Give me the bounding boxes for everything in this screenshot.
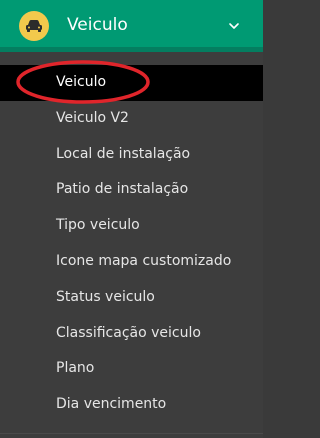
- menu-item-patio-de-instalacao[interactable]: Patio de instalação: [0, 172, 263, 208]
- menu-item-veiculo-v2[interactable]: Veiculo V2: [0, 101, 263, 137]
- menu-item-label: Patio de instalação: [56, 181, 189, 198]
- menu-item-status-veiculo[interactable]: Status veiculo: [0, 280, 263, 316]
- menu-item-label: Dia vencimento: [56, 396, 167, 413]
- submenu-list: Veiculo Veiculo V2 Local de instalação P…: [0, 65, 263, 423]
- menu-item-label: Icone mapa customizado: [56, 252, 232, 269]
- menu-item-label: Local de instalação: [56, 145, 191, 162]
- menu-item-label: Veiculo: [56, 74, 107, 90]
- menu-item-veiculo[interactable]: Veiculo: [0, 65, 263, 101]
- sidebar-panel: Veiculo Veiculo Veiculo V2 Local de inst…: [0, 0, 263, 438]
- menu-item-tipo-veiculo[interactable]: Tipo veiculo: [0, 208, 263, 244]
- menu-item-plano[interactable]: Plano: [0, 351, 263, 387]
- menu-item-label: Tipo veiculo: [56, 217, 140, 234]
- menu-item-icone-mapa-customizado[interactable]: Icone mapa customizado: [0, 244, 263, 280]
- menu-item-label: Status veiculo: [56, 288, 155, 305]
- car-icon: [19, 11, 49, 41]
- menu-header-title: Veiculo: [67, 15, 128, 35]
- menu-item-label: Veiculo V2: [56, 109, 129, 126]
- menu-item-local-de-instalacao[interactable]: Local de instalação: [0, 137, 263, 173]
- chevron-down-icon[interactable]: [226, 18, 242, 34]
- menu-item-dia-vencimento[interactable]: Dia vencimento: [0, 387, 263, 423]
- menu-item-classificacao-veiculo[interactable]: Classificação veiculo: [0, 316, 263, 352]
- menu-header-veiculo[interactable]: Veiculo: [0, 0, 263, 52]
- menu-item-label: Plano: [56, 360, 95, 377]
- divider: [0, 433, 263, 434]
- menu-item-label: Classificação veiculo: [56, 324, 201, 341]
